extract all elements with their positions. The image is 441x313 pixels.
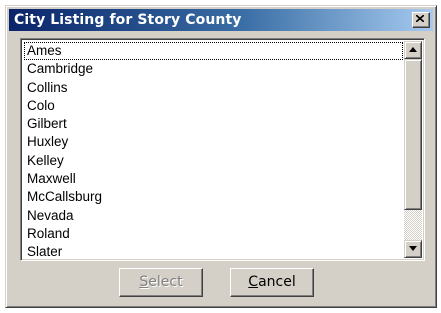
list-item[interactable]: Kelley bbox=[24, 152, 403, 170]
vertical-scrollbar[interactable] bbox=[404, 41, 422, 258]
list-item[interactable]: Ames bbox=[24, 42, 403, 61]
list-item[interactable]: Roland bbox=[24, 225, 403, 243]
list-item[interactable]: Cambridge bbox=[24, 60, 403, 78]
scrollbar-thumb[interactable] bbox=[404, 59, 422, 210]
window-title: City Listing for Story County bbox=[14, 12, 242, 28]
close-icon bbox=[416, 15, 424, 22]
list-item[interactable]: Gilbert bbox=[24, 115, 403, 133]
list-item[interactable]: Maxwell bbox=[24, 170, 403, 188]
select-button[interactable]: Select bbox=[119, 268, 203, 297]
cancel-button[interactable]: Cancel bbox=[230, 268, 314, 297]
arrow-down-icon bbox=[409, 246, 417, 251]
list-item[interactable]: McCallsburg bbox=[24, 188, 403, 206]
dialog-window: City Listing for Story County Ames Cambri… bbox=[5, 5, 437, 308]
title-bar[interactable]: City Listing for Story County bbox=[9, 9, 433, 31]
scroll-down-button[interactable] bbox=[404, 240, 422, 258]
select-button-label: Select bbox=[139, 274, 183, 290]
city-listbox[interactable]: Ames Cambridge Collins Colo Gilbert Huxley Kel… bbox=[20, 38, 425, 261]
cancel-button-label: Cancel bbox=[248, 274, 296, 290]
list-item[interactable]: Collins bbox=[24, 79, 403, 97]
scroll-up-button[interactable] bbox=[404, 41, 422, 59]
list-item[interactable]: Nevada bbox=[24, 207, 403, 225]
arrow-up-icon bbox=[409, 47, 417, 52]
list-item[interactable]: Slater bbox=[24, 243, 403, 259]
city-list: Ames Cambridge Collins Colo Gilbert Huxley Kel… bbox=[24, 42, 403, 259]
list-item[interactable]: Colo bbox=[24, 97, 403, 115]
list-item[interactable]: Huxley bbox=[24, 133, 403, 151]
close-button[interactable] bbox=[412, 12, 430, 28]
